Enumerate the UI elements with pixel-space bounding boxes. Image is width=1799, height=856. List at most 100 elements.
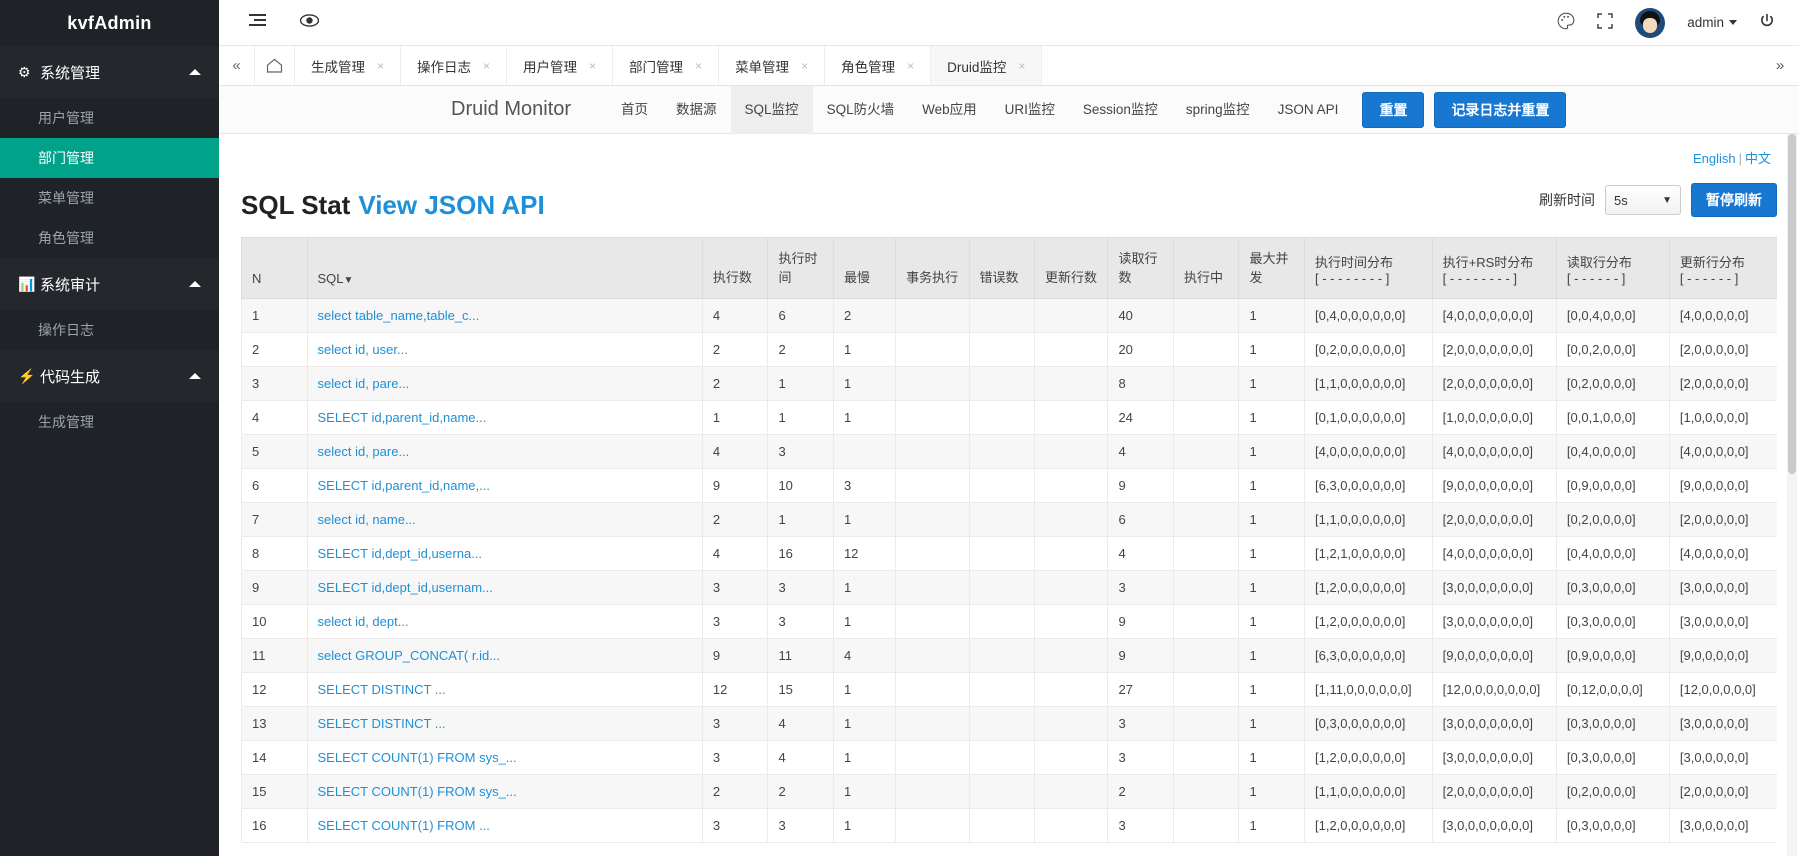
sql-link[interactable]: select id, dept... — [318, 614, 409, 629]
sidebar-group-1[interactable]: 📊 系统审计 — [0, 258, 219, 310]
sql-link[interactable]: SELECT id,dept_id,usernam... — [318, 580, 493, 595]
sidebar-item-0-3[interactable]: 角色管理 — [0, 218, 219, 258]
palette-icon[interactable] — [1557, 12, 1575, 34]
column-header-3[interactable]: 执行时间 — [767, 237, 834, 299]
sql-link[interactable]: SELECT id,parent_id,name... — [318, 410, 487, 425]
column-header-label: SQL — [317, 271, 344, 286]
tab-4[interactable]: 菜单管理 × — [719, 46, 826, 85]
sql-link[interactable]: SELECT DISTINCT ... — [318, 682, 446, 697]
tab-0[interactable]: 生成管理 × — [295, 46, 402, 85]
druid-nav-item-3[interactable]: SQL防火墙 — [813, 86, 909, 134]
table-row: 5 select id, pare... 4 3 4 1 [4,0,0,0,0,0,0,0]… — [241, 434, 1777, 469]
column-header-11[interactable]: 执行时间分布[ - - - - - - - - ] — [1303, 237, 1433, 299]
home-icon[interactable] — [255, 46, 295, 85]
sidebar-group-0[interactable]: ⚙ 系统管理 — [0, 46, 219, 98]
close-icon[interactable]: × — [907, 59, 914, 73]
cell-d3: [0,12,0,0,0,0] — [1555, 672, 1670, 707]
sql-link[interactable]: SELECT COUNT(1) FROM ... — [318, 818, 490, 833]
cell-err — [968, 740, 1036, 775]
cell-err — [968, 706, 1036, 741]
column-header-7[interactable]: 更新行数 — [1034, 237, 1109, 299]
cell-err — [968, 400, 1036, 435]
sidebar-item-0-0[interactable]: 用户管理 — [0, 98, 219, 138]
cell-maxc: 1 — [1238, 298, 1305, 333]
cell-read: 3 — [1107, 740, 1174, 775]
druid-nav-item-2[interactable]: SQL监控 — [730, 85, 813, 134]
sql-link[interactable]: SELECT COUNT(1) FROM sys_... — [318, 750, 517, 765]
druid-button-1[interactable]: 记录日志并重置 — [1434, 91, 1567, 128]
close-icon[interactable]: × — [1018, 59, 1025, 73]
sql-link[interactable]: select table_name,table_c... — [318, 308, 480, 323]
tab-6[interactable]: Druid监控 × — [931, 46, 1043, 85]
sidebar-item-2-0[interactable]: 生成管理 — [0, 402, 219, 442]
column-header-12[interactable]: 执行+RS时分布[ - - - - - - - - ] — [1431, 237, 1557, 299]
user-menu[interactable]: admin — [1687, 15, 1737, 30]
close-icon[interactable]: × — [483, 59, 490, 73]
fullscreen-icon[interactable] — [1597, 12, 1613, 33]
druid-nav-item-1[interactable]: 数据源 — [662, 86, 731, 134]
column-header-6[interactable]: 错误数 — [968, 237, 1036, 299]
sql-link[interactable]: SELECT DISTINCT ... — [318, 716, 446, 731]
eye-icon[interactable] — [299, 14, 320, 31]
column-header-10[interactable]: 最大并发 — [1238, 237, 1305, 299]
lang-chinese-link[interactable]: 中文 — [1745, 151, 1771, 166]
column-header-dist: [ - - - - - - ] — [1566, 271, 1626, 286]
cell-d4: [2,0,0,0,0,0] — [1668, 332, 1777, 367]
column-header-8[interactable]: 读取行数 — [1107, 237, 1174, 299]
refresh-interval-select[interactable]: 5s ▼ — [1605, 185, 1681, 215]
column-header-13[interactable]: 读取行分布[ - - - - - - ] — [1555, 237, 1670, 299]
close-icon[interactable]: × — [801, 59, 808, 73]
druid-nav-item-6[interactable]: Session监控 — [1069, 86, 1172, 134]
druid-nav-item-4[interactable]: Web应用 — [908, 86, 991, 134]
column-header-14[interactable]: 更新行分布[ - - - - - - ] — [1668, 237, 1777, 299]
cell-d2: [3,0,0,0,0,0,0,0] — [1431, 570, 1557, 605]
close-icon[interactable]: × — [589, 59, 596, 73]
sidebar-group-2[interactable]: ⚡ 代码生成 — [0, 350, 219, 402]
tab-5[interactable]: 角色管理 × — [825, 46, 932, 85]
chevron-double-right-icon[interactable]: » — [1761, 46, 1799, 85]
chart-icon: 📊 — [18, 275, 36, 292]
close-icon[interactable]: × — [377, 59, 384, 73]
chevron-double-left-icon[interactable]: « — [219, 46, 255, 85]
sql-link[interactable]: SELECT id,parent_id,name,... — [318, 478, 490, 493]
lang-english-link[interactable]: English — [1693, 151, 1736, 166]
sidebar-item-0-1[interactable]: 部门管理 — [0, 138, 219, 178]
column-header-2[interactable]: 执行数 — [701, 237, 769, 299]
scrollbar-thumb[interactable] — [1788, 134, 1796, 474]
view-json-api-link[interactable]: View JSON API — [358, 190, 544, 220]
tab-label: 操作日志 — [417, 59, 472, 75]
close-icon[interactable]: × — [695, 59, 702, 73]
sidebar-item-0-2[interactable]: 菜单管理 — [0, 178, 219, 218]
druid-button-0[interactable]: 重置 — [1362, 91, 1425, 128]
sql-link[interactable]: select id, user... — [318, 342, 408, 357]
sql-link[interactable]: select GROUP_CONCAT( r.id... — [318, 648, 501, 663]
sidebar-item-1-0[interactable]: 操作日志 — [0, 310, 219, 350]
column-header-5[interactable]: 事务执行 — [895, 237, 970, 299]
tab-2[interactable]: 用户管理 × — [507, 46, 614, 85]
cell-d1: [1,2,0,0,0,0,0,0] — [1303, 808, 1433, 843]
power-icon[interactable] — [1759, 13, 1775, 33]
column-header-9[interactable]: 执行中 — [1172, 237, 1240, 299]
avatar[interactable] — [1635, 7, 1666, 38]
sql-link[interactable]: SELECT COUNT(1) FROM sys_... — [318, 784, 517, 799]
druid-nav-item-5[interactable]: URI监控 — [991, 86, 1069, 134]
druid-nav-item-7[interactable]: spring监控 — [1172, 86, 1264, 134]
tab-3[interactable]: 部门管理 × — [613, 46, 720, 85]
sql-link[interactable]: SELECT id,dept_id,userna... — [318, 546, 483, 561]
cell-err — [968, 298, 1036, 333]
sql-link[interactable]: select id, name... — [318, 512, 416, 527]
column-header-1[interactable]: SQL▼ — [306, 237, 703, 299]
druid-nav-item-0[interactable]: 首页 — [607, 86, 662, 134]
column-header-0[interactable]: N — [241, 237, 308, 299]
sql-link[interactable]: select id, pare... — [318, 376, 410, 391]
druid-nav-item-8[interactable]: JSON API — [1264, 86, 1353, 134]
column-header-4[interactable]: 最慢 — [832, 237, 897, 299]
cell-d1: [1,1,0,0,0,0,0,0] — [1303, 774, 1433, 809]
cell-n: 6 — [241, 468, 308, 503]
sql-link[interactable]: select id, pare... — [318, 444, 410, 459]
tab-1[interactable]: 操作日志 × — [401, 46, 508, 85]
pause-refresh-button[interactable]: 暂停刷新 — [1691, 183, 1777, 217]
menu-list-icon[interactable] — [249, 13, 266, 32]
vertical-scrollbar[interactable] — [1787, 134, 1797, 856]
sort-caret-icon[interactable]: ▼ — [344, 275, 354, 286]
